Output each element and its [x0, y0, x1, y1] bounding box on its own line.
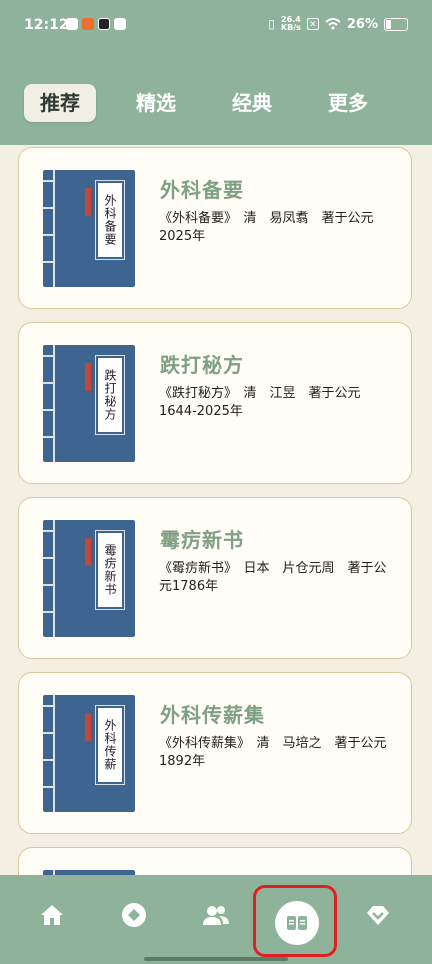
status-bar: 12:12 ▯ 26.4 KB/s ✕ 26%	[0, 0, 432, 52]
book-list: 外科备要 外科备要 《外科备要》 清 易凤翥 著于公元2025年 跌打秘方 跌打…	[0, 145, 432, 875]
cover-stitch	[43, 786, 55, 788]
book-description: 《霉疠新书》 日本 片仓元周 著于公元1786年	[159, 561, 387, 594]
cover-spine	[53, 170, 55, 287]
highlight-annotation	[253, 885, 337, 957]
cover-stitch	[43, 409, 55, 411]
cover-stitch	[43, 436, 55, 438]
no-sim-icon: ✕	[306, 18, 319, 30]
cover-stitch	[43, 180, 55, 182]
home-indicator	[144, 957, 288, 961]
cover-title: 外科备要	[98, 183, 122, 257]
book-title: 霉疠新书	[160, 528, 244, 552]
tab-recommended[interactable]: 推荐	[24, 84, 96, 122]
compass-icon	[122, 903, 146, 927]
status-indicators: ▯ 26.4 KB/s ✕ 26%	[268, 16, 408, 32]
book-cover: 外科传薪	[43, 695, 135, 812]
cover-stitch	[43, 355, 55, 357]
cover-spine	[53, 520, 55, 637]
status-time: 12:12	[24, 17, 69, 33]
message-icon	[66, 18, 78, 30]
cover-stitch	[43, 207, 55, 209]
book-description: 《外科传薪集》 清 马培之 著于公元1892年	[159, 736, 387, 769]
tiktok-icon	[98, 18, 110, 30]
network-speed-unit: KB/s	[280, 23, 301, 32]
tab-classics[interactable]: 经典	[216, 84, 288, 122]
bottom-navigation	[0, 875, 432, 964]
book-description: 《跌打秘方》 清 江昱 著于公元1644-2025年	[159, 386, 361, 419]
category-tabs: 推荐 精选 经典 更多	[24, 84, 414, 124]
cover-spine	[53, 345, 55, 462]
cover-stitch	[43, 261, 55, 263]
cover-stitch	[43, 705, 55, 707]
app-header: 12:12 ▯ 26.4 KB/s ✕ 26% 推荐 精选 经典 更多	[0, 0, 432, 145]
cover-stitch	[43, 557, 55, 559]
cover-title: 跌打秘方	[98, 358, 122, 432]
cover-seal	[85, 363, 91, 391]
app-notification-icon	[82, 18, 94, 30]
wifi-icon	[325, 18, 341, 30]
book-card[interactable]: 霉疠新书 霉疠新书 《霉疠新书》 日本 片仓元周 著于公元1786年	[18, 497, 412, 659]
nav-favorites[interactable]	[358, 895, 398, 935]
cover-title: 外科传薪	[98, 708, 122, 782]
cover-stitch	[43, 611, 55, 613]
cover-title: 霉疠新书	[98, 533, 122, 607]
cover-stitch	[43, 759, 55, 761]
book-card[interactable]: 外科传薪 外科传薪集 《外科传薪集》 清 马培之 著于公元1892年	[18, 672, 412, 834]
book-cover: 跌打秘方	[43, 345, 135, 462]
book-title: 外科备要	[160, 178, 244, 202]
book-title: 跌打秘方	[160, 353, 244, 377]
book-cover: 霉疠新书	[43, 520, 135, 637]
vibrate-icon: ▯	[268, 17, 275, 31]
book-card[interactable]: 跌打秘方 跌打秘方 《跌打秘方》 清 江昱 著于公元1644-2025年	[18, 322, 412, 484]
cover-stitch	[43, 584, 55, 586]
battery-percent: 26%	[346, 16, 378, 32]
notification-icons	[66, 18, 126, 30]
nav-discover[interactable]	[114, 895, 154, 935]
cover-seal	[85, 188, 91, 216]
tab-more[interactable]: 更多	[312, 84, 384, 122]
home-icon	[41, 905, 63, 925]
nav-home[interactable]	[32, 895, 72, 935]
cover-stitch	[43, 732, 55, 734]
calendar-icon	[114, 18, 126, 30]
network-speed: 26.4 KB/s	[281, 16, 301, 32]
heart-down-icon	[367, 906, 389, 925]
nav-community[interactable]	[196, 895, 236, 935]
book-title: 外科传薪集	[160, 703, 265, 727]
battery-icon	[384, 17, 408, 31]
people-icon	[203, 906, 229, 925]
cover-stitch	[43, 382, 55, 384]
cover-seal	[85, 713, 91, 741]
cover-seal	[85, 538, 91, 566]
book-cover: 外科备要	[43, 170, 135, 287]
cover-spine	[53, 695, 55, 812]
cover-stitch	[43, 530, 55, 532]
book-card[interactable]	[18, 847, 412, 875]
tab-selected[interactable]: 精选	[120, 84, 192, 122]
book-card[interactable]: 外科备要 外科备要 《外科备要》 清 易凤翥 著于公元2025年	[18, 147, 412, 309]
book-description: 《外科备要》 清 易凤翥 著于公元2025年	[159, 211, 374, 244]
cover-stitch	[43, 234, 55, 236]
